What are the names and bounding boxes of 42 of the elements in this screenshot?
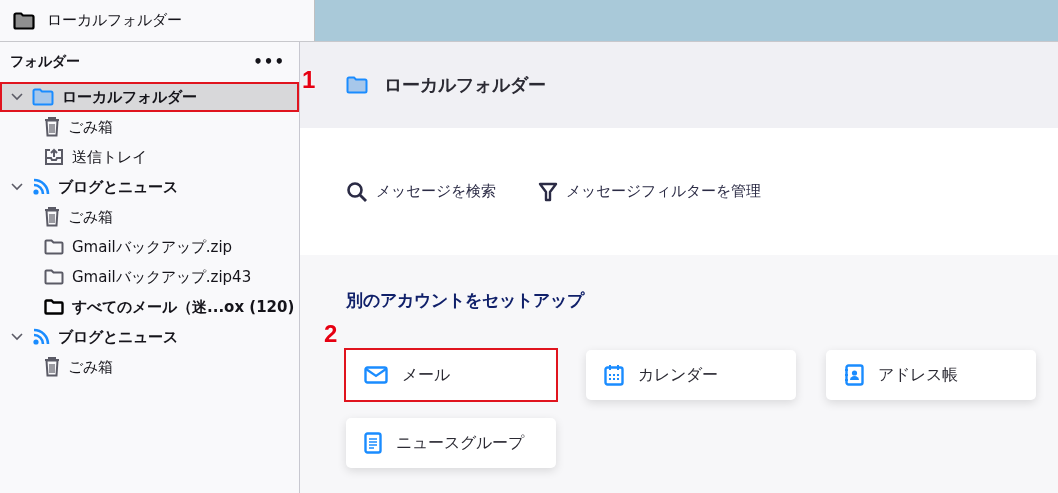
tree-item[interactable]: Gmailバックアップ.zip43 xyxy=(0,262,299,292)
tree-item[interactable]: 送信トレイ xyxy=(0,142,299,172)
annotation-number: 1 xyxy=(302,66,316,94)
tree-item[interactable]: ごみ箱 xyxy=(0,112,299,142)
tree-item[interactable]: ごみ箱 xyxy=(0,202,299,232)
folder-icon xyxy=(44,299,64,315)
tab[interactable]: ローカルフォルダー xyxy=(0,0,315,41)
document-icon xyxy=(364,432,382,454)
tree-item[interactable]: ブログとニュース xyxy=(0,322,299,352)
action-link[interactable]: メッセージを検索 xyxy=(346,180,496,203)
search-icon xyxy=(346,180,368,203)
section-title: 別のアカウントをセットアップ xyxy=(346,289,586,312)
tree-item[interactable]: ごみ箱 xyxy=(0,352,299,382)
trash-icon xyxy=(44,207,60,227)
folder-icon xyxy=(44,269,64,285)
tree-item[interactable]: ブログとニュース xyxy=(0,172,299,202)
trash-icon xyxy=(44,357,60,377)
panel-title: フォルダー xyxy=(10,53,80,71)
action-link[interactable]: メッセージフィルターを管理 xyxy=(538,181,761,202)
folder-icon xyxy=(32,88,54,106)
chevron-down-icon[interactable] xyxy=(11,93,23,101)
calendar-icon xyxy=(604,364,624,386)
account-card[interactable]: カレンダー xyxy=(586,350,796,400)
account-card[interactable]: アドレス帳 xyxy=(826,350,1036,400)
outbox-icon xyxy=(44,148,64,166)
chevron-down-icon[interactable] xyxy=(11,333,23,341)
trash-icon xyxy=(44,117,60,137)
rss-icon xyxy=(32,328,50,346)
address-book-icon xyxy=(844,364,864,386)
more-button[interactable]: ••• xyxy=(253,53,285,71)
folder-icon xyxy=(13,11,35,30)
rss-icon xyxy=(32,178,50,196)
chevron-down-icon[interactable] xyxy=(11,183,23,191)
account-card[interactable]: ニュースグループ xyxy=(346,418,556,468)
tree-item[interactable]: すべてのメール（迷...ox (120) xyxy=(0,292,299,322)
filter-icon xyxy=(538,181,558,202)
folder-icon xyxy=(346,76,368,94)
folder-icon xyxy=(44,239,64,255)
annotation-number: 2 xyxy=(324,320,338,348)
envelope-icon xyxy=(364,366,388,384)
tree-item[interactable]: Gmailバックアップ.zip xyxy=(0,232,299,262)
page-title: ローカルフォルダー xyxy=(384,73,546,97)
